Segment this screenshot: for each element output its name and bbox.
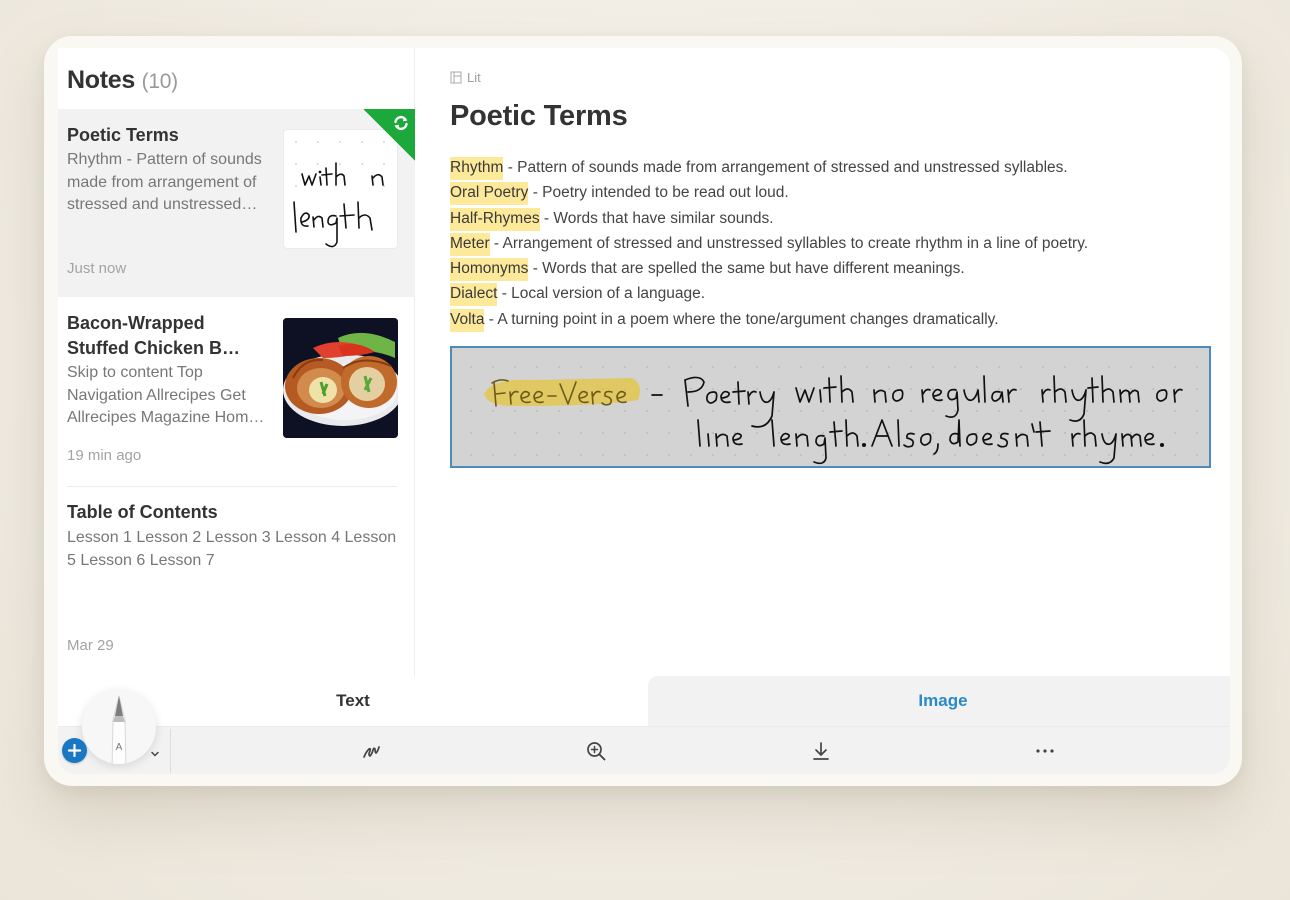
pen-dropdown-toggle[interactable] [150,745,160,763]
note-date: Just now [67,260,127,277]
sidebar-title-text: Notes [67,66,135,94]
sidebar-title: Notes (10) [67,66,178,95]
note-title-line: Stuffed Chicken B… [67,338,241,358]
handwriting-ink: Free-Verse [484,375,1183,465]
zoom-in-icon [587,742,606,761]
bottom-tab-bar: Text Image [58,676,1230,726]
term-definition: - Local version of a language. [497,285,706,303]
notebook-label[interactable]: Lit [450,70,481,85]
tab-image[interactable]: Image [648,676,1230,726]
highlighted-term: Dialect [450,283,498,307]
bottom-toolbar [58,726,1230,774]
note-item-poetic-terms[interactable]: Poetic Terms Rhythm - Pattern of sounds … [58,109,415,297]
note-snippet: Rhythm - Pattern of sounds made from arr… [67,149,262,217]
note-snippet-line: 5 Lesson 6 Lesson 7 [67,551,215,569]
term-definition: - Poetry intended to be read out loud. [528,184,789,202]
more-options-button[interactable] [1031,737,1059,765]
download-button[interactable] [807,737,835,765]
note-snippet-line: Allrecipes Magazine Hom… [67,409,265,426]
note-date: 19 min ago [67,447,142,464]
download-icon [813,742,829,760]
term-line-oral-poetry: Oral Poetry - Poetry intended to be read… [450,180,1210,206]
notes-count: (10) [141,70,178,93]
highlighted-term: Rhythm [450,157,504,180]
plus-icon [68,744,81,757]
note-title: Table of Contents [67,502,218,522]
term-definition: - Words that have similar sounds. [539,209,774,227]
note-snippet-line: stressed and unstressed… [67,196,258,213]
highlighted-term: Oral Poetry [450,182,529,206]
sync-icon [394,115,408,131]
note-title-line: Bacon-Wrapped [67,313,205,333]
more-icon [1036,749,1054,753]
term-line-volta: Volta - A turning point in a poem where … [450,307,1210,332]
term-line-rhythm: Rhythm - Pattern of sounds made from arr… [450,155,1210,180]
note-title-heading[interactable]: Poetic Terms [450,100,628,133]
tab-text-label: Text [336,691,370,710]
handwriting-icon [363,746,380,758]
term-line-homonyms: Homonyms - Words that are spelled the sa… [450,256,1210,282]
add-button[interactable] [62,738,87,763]
highlighted-term: Volta [450,308,485,332]
note-snippet-line: Lesson 1 Lesson 2 Lesson 3 Lesson 4 Less… [67,529,397,546]
note-title: Poetic Terms [67,125,179,145]
app-screen: Notes (10) Poetic Terms Rhythm - Pattern… [58,48,1230,774]
notes-sidebar: Notes (10) Poetic Terms Rhythm - Pattern… [58,48,415,676]
note-snippet-line: Rhythm - Pattern of sounds [67,151,262,168]
term-line-dialect: Dialect - Local version of a language. [450,281,1210,307]
highlighted-term: Homonyms [450,258,529,282]
tab-image-label: Image [918,691,968,710]
sync-badge[interactable] [363,109,415,161]
note-snippet-line: Navigation Allrecipes Get [67,386,246,404]
handwriting-tool-button[interactable] [358,737,386,765]
term-definition: - Pattern of sounds made from arrangemen… [503,159,1068,176]
food-photo-image [283,318,398,438]
pen-selector[interactable]: A [82,690,156,764]
note-snippet: Lesson 1 Lesson 2 Lesson 3 Lesson 4 Less… [67,527,396,572]
chevron-down-icon [151,751,159,757]
highlighted-term: Meter [450,232,490,256]
note-date: Mar 29 [67,637,114,654]
zoom-in-button[interactable] [582,737,610,765]
toolbar-separator [170,729,171,773]
note-editor: Lit Poetic Terms Rhythm - Pattern of sou… [416,48,1230,676]
note-thumbnail-food-photo [283,318,398,438]
term-line-half-rhymes: Half-Rhymes - Words that have similar so… [450,206,1210,231]
term-definition: - Words that are spelled the same but ha… [528,260,965,278]
note-body-text[interactable]: Rhythm - Pattern of sounds made from arr… [450,155,1210,332]
notebook-name: Lit [467,70,481,85]
note-snippet: Skip to content Top Navigation Allrecipe… [67,362,264,430]
note-item-bacon-chicken[interactable]: Bacon-Wrapped Stuffed Chicken B… Skip to… [58,297,415,486]
notebook-icon [450,71,462,84]
term-definition: - Arrangement of stressed and unstressed… [489,234,1089,252]
note-snippet-line: made from arrangement of [67,173,257,191]
handwriting-block-selected[interactable]: Free-Verse [450,346,1211,468]
term-line-meter: Meter - Arrangement of stressed and unst… [450,231,1210,256]
note-item-table-of-contents[interactable]: Table of Contents Lesson 1 Lesson 2 Less… [58,487,415,676]
pen-icon: A [111,695,127,764]
highlighted-term: Half-Rhymes [450,207,540,231]
note-title: Bacon-Wrapped Stuffed Chicken B… [67,311,272,361]
term-definition: - A turning point in a poem where the to… [484,310,999,328]
pen-letter: A [116,742,123,753]
note-snippet-line: Skip to content Top [67,364,203,381]
